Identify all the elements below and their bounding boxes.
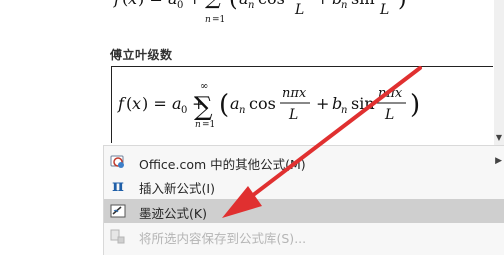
svg-text:+: +	[188, 0, 201, 8]
gallery-scrollbar[interactable]: ▼	[494, 0, 504, 145]
svg-text:L: L	[294, 2, 304, 18]
svg-text:+: +	[316, 94, 329, 113]
svg-text:∑: ∑	[205, 0, 221, 10]
scroll-down-arrow-icon[interactable]: ▼	[494, 134, 504, 142]
office-gallery-icon	[109, 153, 127, 171]
submenu-arrow-icon: ▶	[495, 156, 502, 166]
menu-item-label: Office.com 中的其他公式(M)	[139, 157, 306, 172]
svg-text:(: (	[229, 0, 238, 12]
svg-text:nπx: nπx	[282, 86, 307, 101]
svg-text:∞: ∞	[200, 81, 208, 92]
svg-text:n: n	[205, 15, 211, 25]
svg-text:) =: ) =	[138, 0, 163, 8]
svg-text:sin: sin	[351, 94, 375, 113]
equation-preview-partial[interactable]: f ( x ) = a 0 + ∑ n =1 ( a n cos L + b n…	[108, 0, 494, 26]
svg-text:n: n	[341, 0, 347, 11]
svg-text:0: 0	[177, 0, 183, 11]
equation-partial-formula: f ( x ) = a 0 + ∑ n =1 ( a n cos L + b n…	[113, 0, 407, 25]
svg-text:+: +	[316, 0, 329, 8]
menu-item-label: 将所选内容保存到公式库(S)...	[139, 231, 307, 246]
menu-item-ink-equation[interactable]: 墨迹公式(K)	[104, 199, 504, 223]
svg-text:L: L	[384, 107, 394, 123]
save-to-gallery-icon	[109, 227, 127, 245]
svg-text:) =: ) =	[142, 94, 167, 113]
svg-text:n: n	[341, 105, 347, 116]
svg-text:cos: cos	[258, 0, 285, 8]
equation-gallery: f ( x ) = a 0 + ∑ n =1 ( a n cos L + b n…	[0, 0, 504, 145]
svg-text:L: L	[288, 107, 298, 123]
svg-text:nπx: nπx	[378, 86, 403, 101]
ink-equation-icon	[109, 202, 127, 220]
svg-text:=1: =1	[202, 120, 215, 130]
svg-text:L: L	[379, 2, 389, 18]
menu-item-label: 墨迹公式(K)	[139, 206, 207, 221]
svg-text:(: (	[219, 90, 229, 120]
menu-item-insert-new-equation[interactable]: π 插入新公式(I)	[104, 174, 504, 198]
svg-text:n: n	[195, 120, 201, 130]
svg-text:∑: ∑	[194, 92, 213, 122]
svg-text:): )	[410, 90, 420, 120]
menu-item-save-to-gallery: 将所选内容保存到公式库(S)...	[104, 224, 504, 248]
equation-preview-fourier[interactable]: f ( x ) = a 0 + ∞ ∑ n =1 ( a n cos nπx L…	[111, 66, 493, 143]
svg-text:sin: sin	[351, 0, 375, 8]
menu-item-label: 插入新公式(I)	[139, 181, 215, 196]
svg-text:cos: cos	[249, 94, 276, 113]
pi-icon: π	[112, 176, 124, 195]
svg-text:=1: =1	[212, 15, 225, 25]
svg-text:n: n	[248, 0, 254, 11]
svg-text:x: x	[128, 0, 137, 8]
svg-text:n: n	[239, 105, 245, 116]
section-title-fourier: 傅立叶级数	[110, 48, 173, 62]
svg-text:0: 0	[181, 105, 187, 116]
menu-item-office-more-equations[interactable]: Office.com 中的其他公式(M) ▶	[104, 150, 504, 174]
svg-text:x: x	[132, 94, 141, 113]
fourier-series-formula: f ( x ) = a 0 + ∞ ∑ n =1 ( a n cos nπx L…	[117, 81, 420, 130]
equation-dropdown-menu: Office.com 中的其他公式(M) ▶ π 插入新公式(I) 墨迹公式(K…	[103, 145, 504, 255]
svg-text:): )	[398, 0, 407, 12]
